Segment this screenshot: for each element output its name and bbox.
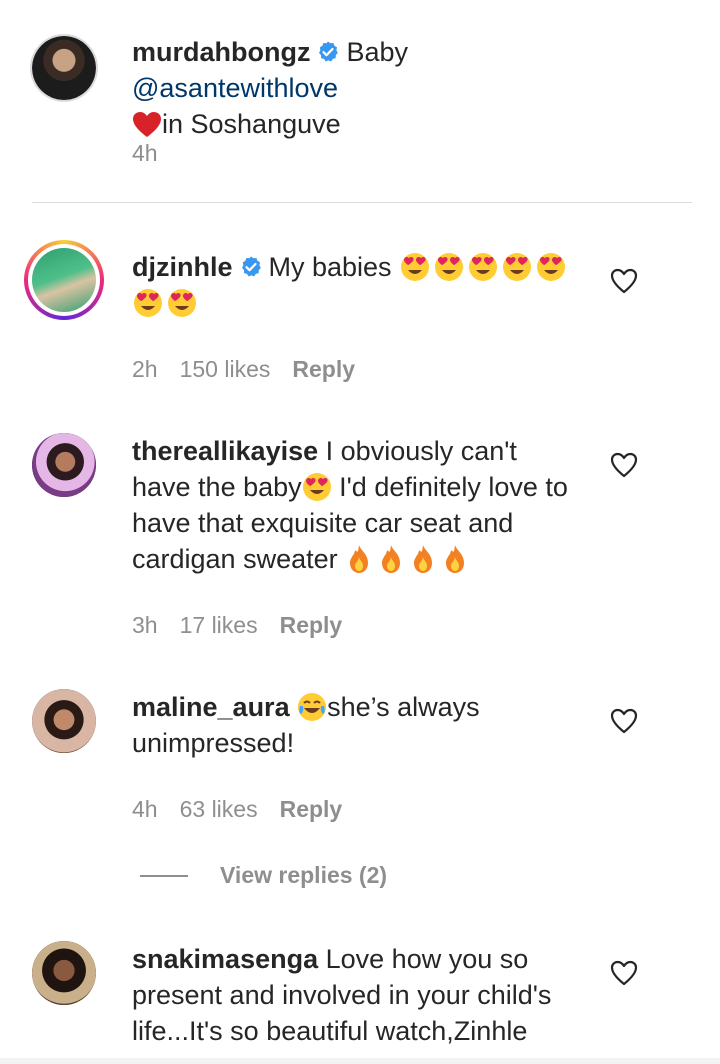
heart-eyes-emoji-icon: [302, 473, 331, 501]
comment-text: snakimasenga Love how you so present and…: [132, 941, 582, 1049]
fire-emoji-icon: [382, 545, 401, 573]
bottom-edge: [0, 1058, 720, 1064]
fire-emoji-group: [345, 544, 473, 574]
caption-text-after: in Soshanguve: [162, 109, 341, 139]
view-replies-label[interactable]: View replies (2): [220, 862, 387, 889]
caption-username[interactable]: murdahbongz: [132, 37, 310, 67]
comment-text: djzinhle My babies: [132, 249, 582, 321]
heart-eyes-emoji-icon: [503, 253, 532, 281]
tears-of-joy-emoji-icon: [298, 693, 327, 721]
comment-meta: 2h 150 likes Reply: [132, 356, 377, 383]
caption-mention[interactable]: @asantewithlove: [132, 73, 338, 103]
comment-username[interactable]: snakimasenga: [132, 944, 318, 974]
comment-username[interactable]: thereallikayise: [132, 436, 318, 466]
comment-likes[interactable]: 17 likes: [180, 612, 258, 639]
caption-text: murdahbongz Baby @asantewithlove in Soshan…: [132, 34, 582, 142]
heart-eyes-emoji-icon: [401, 253, 430, 281]
heart-outline-icon[interactable]: [610, 452, 638, 478]
view-replies-button[interactable]: View replies (2): [140, 862, 387, 889]
heart-eyes-emoji-icon: [435, 253, 464, 281]
fire-emoji-icon: [414, 545, 433, 573]
comment-username[interactable]: maline_aura: [132, 692, 290, 722]
reply-button[interactable]: Reply: [292, 356, 355, 383]
comment-username[interactable]: djzinhle: [132, 252, 233, 282]
avatar-djzinhle[interactable]: [24, 240, 104, 320]
caption-time: 4h: [132, 140, 158, 166]
comment-text: thereallikayise I obviously can't have t…: [132, 433, 582, 577]
comment-likes[interactable]: 150 likes: [180, 356, 271, 383]
avatar-maline_aura[interactable]: [32, 689, 96, 753]
fire-emoji-icon: [446, 545, 465, 573]
heart-eyes-emoji-icon: [134, 289, 162, 317]
comment-time: 4h: [132, 796, 158, 822]
caption-divider: [32, 202, 692, 203]
heart-eyes-emoji-icon: [537, 253, 566, 281]
view-replies-line: [140, 874, 188, 877]
comment-likes[interactable]: 63 likes: [180, 796, 258, 823]
heart-eyes-emoji-icon: [168, 289, 196, 317]
comment-time: 2h: [132, 356, 158, 382]
verified-badge-icon: [319, 41, 339, 62]
caption-text-before: Baby: [346, 37, 409, 67]
caption-meta: 4h: [132, 140, 180, 167]
avatar-murdahbongz[interactable]: [32, 36, 96, 100]
fire-emoji-icon: [350, 545, 369, 573]
comment-meta: 3h 17 likes Reply: [132, 612, 364, 639]
comment-time: 3h: [132, 612, 158, 638]
avatar-snakimasenga[interactable]: [32, 941, 96, 1005]
comment-body: My babies: [268, 252, 392, 282]
heart-outline-icon[interactable]: [610, 268, 638, 294]
reply-button[interactable]: Reply: [280, 612, 343, 639]
avatar-thereallikayise[interactable]: [32, 433, 96, 497]
heart-outline-icon[interactable]: [610, 708, 638, 734]
comment-meta: 4h 63 likes Reply: [132, 796, 364, 823]
verified-badge-icon: [241, 256, 261, 277]
heart-outline-icon[interactable]: [610, 960, 638, 986]
red-heart-emoji-icon: [133, 112, 161, 137]
reply-button[interactable]: Reply: [280, 796, 343, 823]
comment-text: maline_aura she’s always unimpressed!: [132, 689, 582, 761]
heart-eyes-emoji-icon: [469, 253, 498, 281]
